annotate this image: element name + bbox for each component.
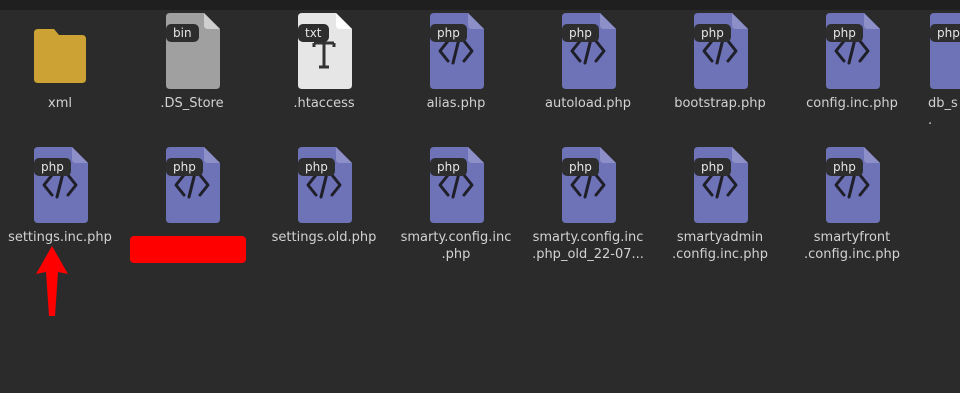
file-grid: xml bin .DS_Store txt .htaccess php alia… bbox=[0, 0, 960, 393]
file-type-badge: php bbox=[166, 158, 203, 176]
up-arrow-icon bbox=[32, 244, 72, 324]
file-item-db-partial[interactable]: php db_s . bbox=[918, 13, 960, 133]
file-label: smartyfront .config.inc.php bbox=[804, 230, 900, 262]
file-type-badge: txt bbox=[298, 24, 329, 42]
php-file-icon: php bbox=[822, 13, 882, 89]
file-label: settings.old.php bbox=[271, 230, 377, 245]
file-label: smarty.config.inc .php_old_22-07... bbox=[532, 230, 644, 262]
php-file-icon: php bbox=[690, 13, 750, 89]
file-type-badge: php bbox=[430, 24, 467, 42]
file-label: smartyadmin .config.inc.php bbox=[672, 230, 768, 262]
file-label: bootstrap.php bbox=[674, 96, 766, 111]
php-file-icon: php bbox=[426, 13, 486, 89]
php-file-icon: php bbox=[162, 147, 222, 223]
php-file-icon: php bbox=[558, 147, 618, 223]
file-label: alias.php bbox=[426, 96, 486, 111]
redaction-bar bbox=[130, 236, 246, 263]
text-file-icon: txt bbox=[294, 13, 354, 89]
folder-icon bbox=[30, 13, 90, 89]
file-label: .DS_Store bbox=[160, 96, 224, 111]
file-type-badge: bin bbox=[166, 24, 199, 42]
bin-file-icon: bin bbox=[162, 13, 222, 89]
php-file-icon: php bbox=[690, 147, 750, 223]
file-type-badge: php bbox=[298, 158, 335, 176]
file-label: .htaccess bbox=[293, 96, 355, 111]
php-file-icon: php bbox=[822, 147, 882, 223]
file-type-badge: php bbox=[826, 24, 863, 42]
file-label: smarty.config.inc .php bbox=[400, 230, 512, 262]
file-label: config.inc.php bbox=[806, 96, 898, 111]
file-type-badge: php bbox=[562, 158, 599, 176]
file-type-badge: php bbox=[694, 158, 731, 176]
file-type-badge: php bbox=[826, 158, 863, 176]
file-label: autoload.php bbox=[545, 96, 631, 111]
file-label: xml bbox=[48, 96, 72, 111]
php-file-icon: php bbox=[926, 13, 960, 89]
file-type-badge: php bbox=[34, 158, 71, 176]
php-file-icon: php bbox=[426, 147, 486, 223]
file-label: db_s . bbox=[928, 96, 958, 128]
file-type-badge: php bbox=[694, 24, 731, 42]
php-file-icon: php bbox=[294, 147, 354, 223]
php-file-icon: php bbox=[30, 147, 90, 223]
file-type-badge: php bbox=[562, 24, 599, 42]
php-file-icon: php bbox=[558, 13, 618, 89]
file-type-badge: php bbox=[430, 158, 467, 176]
file-type-badge: php bbox=[930, 24, 960, 42]
